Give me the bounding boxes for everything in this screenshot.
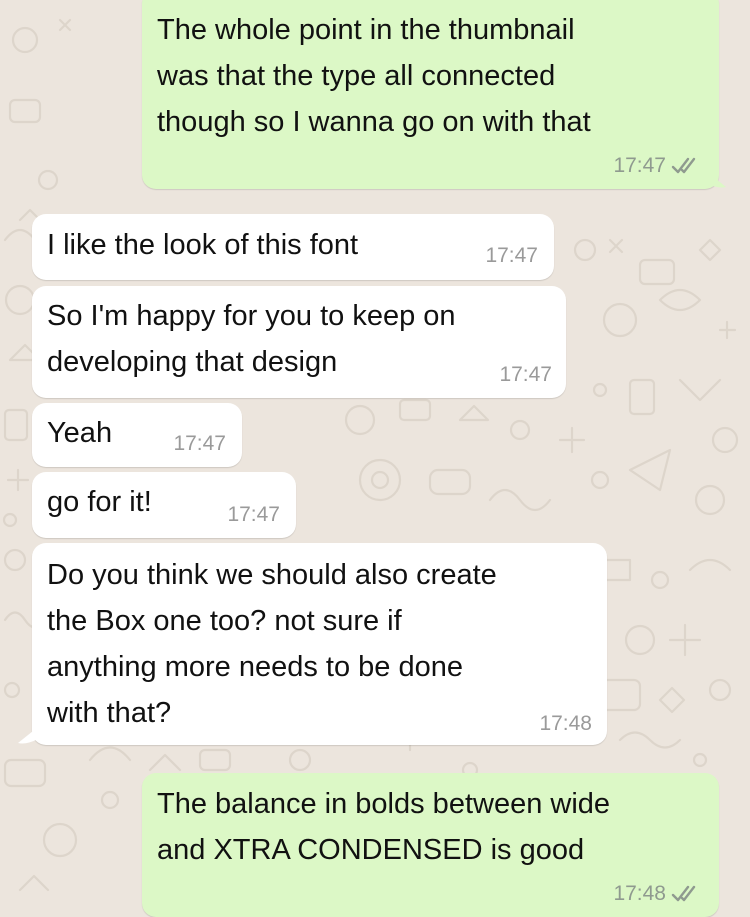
message-bubble-incoming[interactable]: go for it! 17:47 [32, 472, 296, 538]
message-text: I like the look of this font [47, 229, 359, 261]
message-bubble-outgoing[interactable]: The whole point in the thumbnail was tha… [142, 0, 719, 189]
message-bubble-incoming[interactable]: I like the look of this font 17:47 [32, 214, 554, 280]
message-bubble-incoming[interactable]: Yeah 17:47 [32, 403, 242, 467]
message-timestamp: 17:48 [539, 712, 592, 735]
bubble-tail-incoming [18, 727, 38, 744]
message-bubble-incoming[interactable]: So I'm happy for you to keep on developi… [32, 286, 566, 398]
message-text: The whole point in the thumbnail was tha… [157, 14, 591, 138]
message-bubble-outgoing[interactable]: The balance in bolds between wide and XT… [142, 773, 719, 917]
message-timestamp: 17:47 [499, 363, 552, 386]
message-text: The balance in bolds between wide and XT… [157, 788, 611, 866]
message-timestamp: 17:48 [613, 882, 666, 905]
message-timestamp: 17:47 [173, 432, 226, 455]
message-text: Do you think we should also create the B… [47, 559, 497, 729]
double-check-icon [671, 157, 696, 174]
message-timestamp: 17:47 [227, 503, 280, 526]
bubble-tail-outgoing [706, 171, 726, 188]
message-timestamp: 17:47 [613, 154, 666, 177]
message-text: So I'm happy for you to keep on developi… [47, 300, 456, 378]
message-bubble-incoming[interactable]: Do you think we should also create the B… [32, 543, 607, 745]
message-timestamp: 17:47 [485, 244, 538, 267]
double-check-icon [671, 885, 696, 902]
